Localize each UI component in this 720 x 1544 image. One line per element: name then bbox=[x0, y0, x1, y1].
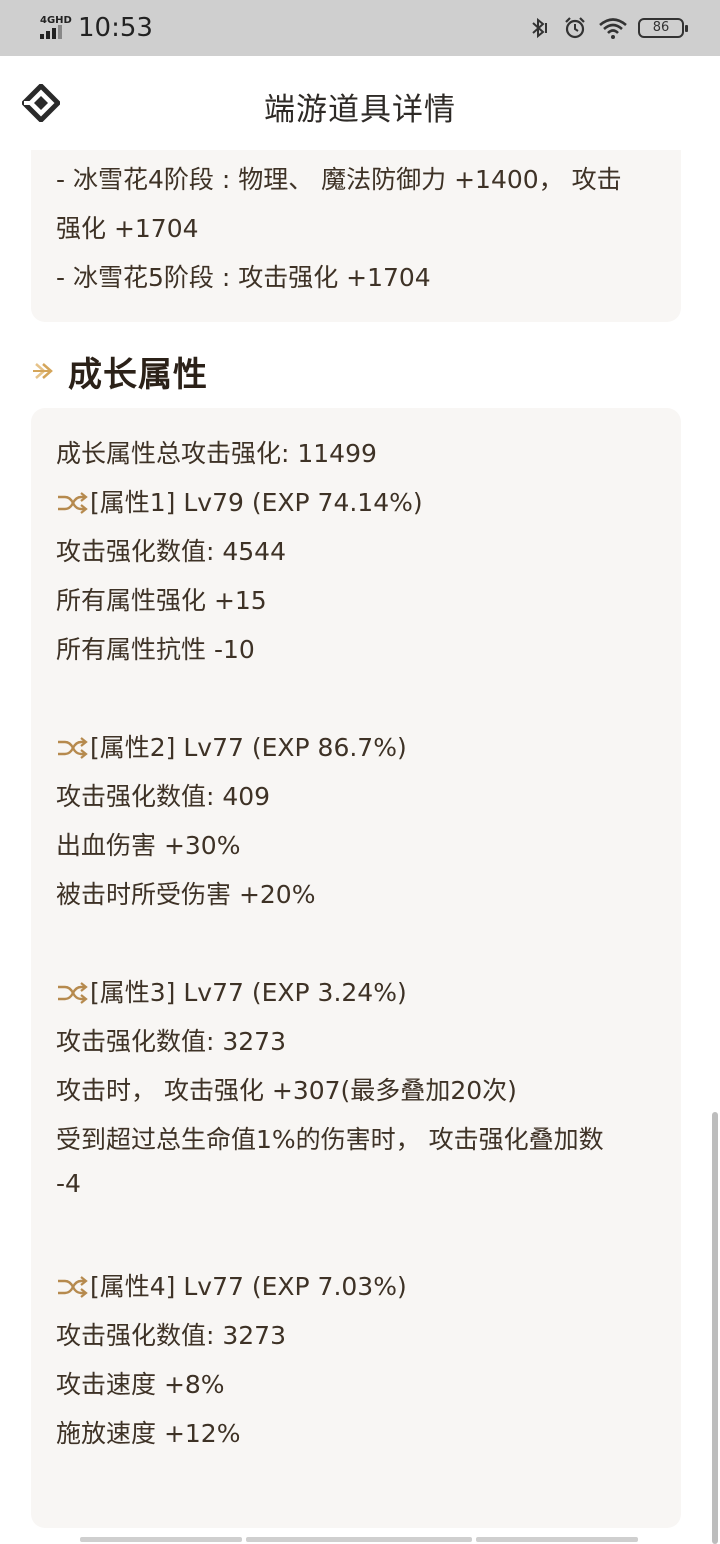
attribute-line: -4 bbox=[56, 1169, 81, 1198]
attribute-header: [属性2] Lv77 (EXP 86.7%) bbox=[56, 728, 407, 764]
growth-section-title: 成长属性 bbox=[32, 346, 208, 396]
attribute-header: [属性4] Lv77 (EXP 7.03%) bbox=[56, 1267, 407, 1303]
attribute-line: 攻击强化数值: 3273 bbox=[56, 1321, 286, 1350]
attribute-header-text: [属性2] Lv77 (EXP 86.7%) bbox=[90, 733, 407, 762]
attribute-header-text: [属性3] Lv77 (EXP 3.24%) bbox=[90, 978, 407, 1007]
shuffle-icon bbox=[58, 1276, 88, 1298]
attribute-header-text: [属性4] Lv77 (EXP 7.03%) bbox=[90, 1272, 407, 1301]
attribute-header: [属性3] Lv77 (EXP 3.24%) bbox=[56, 973, 407, 1009]
scrollbar-thumb[interactable] bbox=[712, 1112, 718, 1544]
growth-attributes-card bbox=[31, 408, 681, 1528]
wifi-icon bbox=[599, 18, 627, 39]
attribute-line: 施放速度 +12% bbox=[56, 1419, 241, 1448]
attribute-line: 所有属性抗性 -10 bbox=[56, 635, 255, 664]
attribute-line: 攻击强化数值: 3273 bbox=[56, 1027, 286, 1056]
shuffle-icon bbox=[58, 982, 88, 1004]
bottom-tab[interactable] bbox=[246, 1537, 472, 1542]
shuffle-icon bbox=[58, 737, 88, 759]
cell-signal-icon: 4GHD bbox=[38, 13, 72, 43]
attribute-line: 攻击强化数值: 4544 bbox=[56, 537, 286, 566]
status-left: 4GHD 10:53 bbox=[38, 10, 153, 46]
attribute-header: [属性1] Lv79 (EXP 74.14%) bbox=[56, 483, 423, 519]
section-title-text: 成长属性 bbox=[68, 354, 208, 395]
bottom-tab[interactable] bbox=[80, 1537, 242, 1542]
status-bar: 4GHD 10:53 86 bbox=[0, 0, 720, 56]
growth-total: 成长属性总攻击强化: 11499 bbox=[56, 439, 377, 468]
set-effect-line: - 冰雪花5阶段 : 攻击强化 +1704 bbox=[56, 263, 431, 292]
attribute-line: 攻击速度 +8% bbox=[56, 1370, 225, 1399]
bottom-tab-strip bbox=[80, 1537, 638, 1544]
attribute-line: 被击时所受伤害 +20% bbox=[56, 880, 316, 909]
app-header: 端游道具详情 bbox=[0, 56, 720, 152]
set-effect-line: 强化 +1704 bbox=[56, 214, 199, 243]
attribute-line: 攻击强化数值: 409 bbox=[56, 782, 271, 811]
bluetooth-icon bbox=[532, 17, 547, 39]
status-time: 10:53 bbox=[78, 13, 153, 43]
attribute-line: 受到超过总生命值1%的伤害时， 攻击强化叠加数 bbox=[56, 1125, 604, 1154]
section-arrow-icon bbox=[33, 363, 53, 379]
alarm-icon bbox=[565, 17, 585, 39]
shuffle-icon bbox=[58, 492, 88, 514]
set-effect-line: - 冰雪花4阶段 : 物理、 魔法防御力 +1400， 攻击 bbox=[56, 165, 622, 194]
status-right: 86 bbox=[526, 12, 688, 44]
attribute-line: 所有属性强化 +15 bbox=[56, 586, 267, 615]
attribute-line: 出血伤害 +30% bbox=[56, 831, 241, 860]
bottom-tab[interactable] bbox=[476, 1537, 638, 1542]
attribute-header-text: [属性1] Lv79 (EXP 74.14%) bbox=[90, 488, 423, 517]
battery-indicator: 86 bbox=[638, 18, 688, 38]
page-title: 端游道具详情 bbox=[264, 92, 456, 128]
attribute-line: 攻击时， 攻击强化 +307(最多叠加20次) bbox=[56, 1076, 517, 1105]
